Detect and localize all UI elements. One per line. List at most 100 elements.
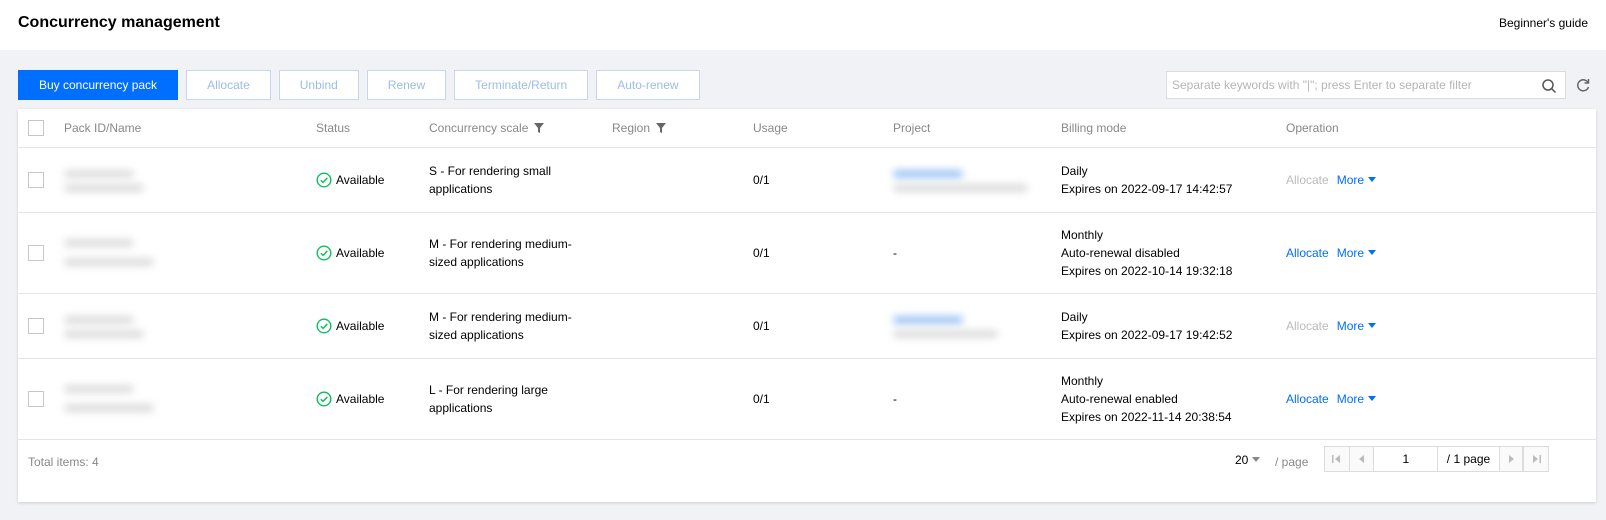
allocate-link[interactable]: Allocate (1286, 317, 1329, 335)
unbind-button[interactable]: Unbind (278, 70, 359, 100)
allocate-link[interactable]: Allocate (1286, 171, 1329, 189)
caret-down-icon (1368, 177, 1377, 182)
beginners-guide-link[interactable]: Beginner's guide (1499, 16, 1588, 30)
more-dropdown[interactable]: More (1337, 244, 1377, 262)
redacted-project-id (893, 184, 1028, 192)
row-checkbox[interactable] (28, 245, 44, 261)
redacted-pack-name (64, 184, 144, 192)
page-title: Concurrency management (18, 14, 220, 31)
status-cell: Available (316, 317, 384, 335)
header-project: Project (893, 121, 931, 135)
project-cell: - (893, 246, 897, 260)
first-page-icon (1332, 455, 1341, 463)
check-circle-icon (316, 172, 332, 188)
redacted-pack-name (64, 404, 154, 412)
more-dropdown[interactable]: More (1337, 317, 1377, 335)
operation-cell: Allocate More (1286, 244, 1377, 262)
header-billing-mode: Billing mode (1061, 121, 1127, 135)
scale-cell: L - For rendering large applications (429, 383, 548, 415)
page-size-select[interactable]: 20 (1235, 453, 1261, 467)
status-text: Available (336, 246, 385, 260)
usage-cell: 0/1 (753, 173, 770, 187)
usage-cell: 0/1 (753, 319, 770, 333)
project-cell: - (893, 392, 897, 406)
header-status: Status (316, 121, 351, 135)
status-text: Available (336, 319, 385, 333)
table-row: Available S - For rendering small applic… (18, 148, 1596, 213)
prev-page-button[interactable] (1349, 447, 1375, 471)
next-page-icon (1508, 455, 1514, 463)
redacted-project-link[interactable] (893, 170, 963, 178)
row-checkbox[interactable] (28, 391, 44, 407)
operation-cell: Allocate More (1286, 317, 1377, 335)
redacted-pack-id (64, 239, 134, 247)
header-region: Region (612, 121, 667, 135)
check-circle-icon (316, 245, 332, 261)
table-row: Available M - For rendering medium- size… (18, 213, 1596, 294)
allocate-link[interactable]: Allocate (1286, 244, 1329, 262)
search-icon[interactable] (1541, 78, 1557, 94)
status-text: Available (336, 392, 385, 406)
header-operation: Operation (1286, 121, 1339, 135)
search-input[interactable] (1167, 72, 1527, 98)
page-total: / 1 page (1446, 452, 1491, 466)
caret-down-icon (1252, 457, 1261, 462)
prev-page-icon (1358, 455, 1364, 463)
redacted-project-id (893, 330, 998, 338)
check-circle-icon (316, 318, 332, 334)
usage-cell: 0/1 (753, 392, 770, 406)
first-page-button[interactable] (1325, 447, 1350, 471)
renew-button[interactable]: Renew (366, 70, 447, 100)
status-cell: Available (316, 171, 384, 189)
auto-renew-button[interactable]: Auto-renew (596, 70, 700, 100)
billing-cell: Monthly Auto-renewal disabled Expires on… (1061, 228, 1233, 278)
page-number-input[interactable] (1374, 447, 1439, 471)
caret-down-icon (1368, 250, 1377, 255)
filter-icon[interactable] (534, 123, 545, 133)
usage-cell: 0/1 (753, 246, 770, 260)
more-dropdown[interactable]: More (1337, 390, 1377, 408)
status-text: Available (336, 173, 385, 187)
terminate-return-button[interactable]: Terminate/Return (454, 70, 589, 100)
table-row: Available M - For rendering medium- size… (18, 294, 1596, 359)
redacted-pack-id (64, 316, 134, 324)
page-header: Concurrency management Beginner's guide (0, 0, 1606, 50)
caret-down-icon (1368, 396, 1377, 401)
refresh-icon[interactable] (1575, 77, 1591, 93)
check-circle-icon (316, 391, 332, 407)
scale-cell: S - For rendering small applications (429, 164, 552, 196)
operation-cell: Allocate More (1286, 390, 1377, 408)
redacted-pack-id (64, 385, 134, 393)
billing-cell: Daily Expires on 2022-09-17 14:42:57 (1061, 164, 1233, 196)
status-cell: Available (316, 244, 384, 262)
redacted-pack-id (64, 170, 134, 178)
table-footer: Total items: 4 20 / page / 1 page (18, 439, 1596, 489)
scale-cell: M - For rendering medium- sized applicat… (429, 237, 572, 269)
billing-cell: Daily Expires on 2022-09-17 19:42:52 (1061, 310, 1233, 342)
status-cell: Available (316, 390, 384, 408)
redacted-project-link[interactable] (893, 316, 963, 324)
operation-cell: Allocate More (1286, 171, 1377, 189)
scale-cell: M - For rendering medium- sized applicat… (429, 310, 572, 342)
per-page-label: / page (1275, 455, 1309, 469)
select-all-checkbox[interactable] (28, 120, 44, 136)
last-page-button[interactable] (1523, 447, 1548, 471)
redacted-pack-name (64, 330, 144, 338)
row-checkbox[interactable] (28, 318, 44, 334)
allocate-link[interactable]: Allocate (1286, 390, 1329, 408)
allocate-button[interactable]: Allocate (186, 70, 271, 100)
total-items: Total items: 4 (28, 455, 99, 469)
row-checkbox[interactable] (28, 172, 44, 188)
last-page-icon (1532, 455, 1541, 463)
buy-concurrency-pack-button[interactable]: Buy concurrency pack (18, 70, 179, 100)
filter-icon[interactable] (656, 123, 667, 133)
header-concurrency-scale: Concurrency scale (429, 121, 545, 135)
header-usage: Usage (753, 121, 788, 135)
next-page-button[interactable] (1498, 447, 1524, 471)
billing-cell: Monthly Auto-renewal enabled Expires on … (1061, 374, 1232, 424)
more-dropdown[interactable]: More (1337, 171, 1377, 189)
header-pack-id-name: Pack ID/Name (64, 121, 142, 135)
pagination: / 1 page (1324, 446, 1549, 472)
pack-table-panel: Pack ID/Name Status Concurrency scale Re… (18, 109, 1596, 502)
table-header: Pack ID/Name Status Concurrency scale Re… (18, 109, 1596, 148)
